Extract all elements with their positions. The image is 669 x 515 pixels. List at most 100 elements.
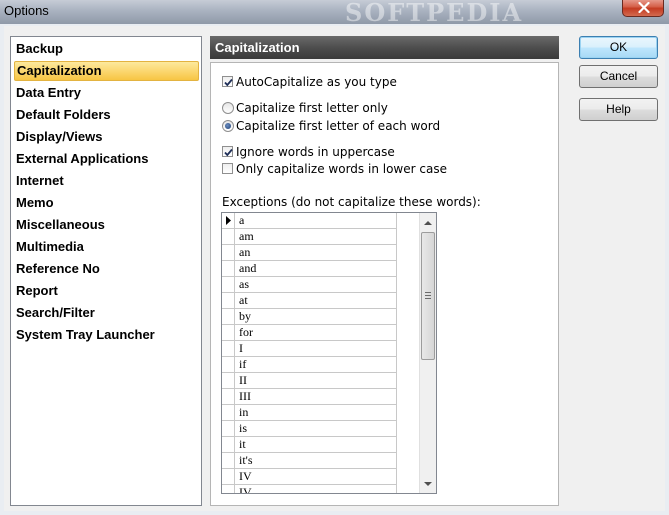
help-button[interactable]: Help	[579, 98, 658, 121]
table-row[interactable]: and	[222, 261, 397, 277]
scroll-up-icon[interactable]	[423, 218, 433, 228]
sidebar-item-data-entry[interactable]: Data Entry	[14, 83, 199, 103]
exception-word-cell[interactable]: at	[239, 293, 248, 308]
sidebar-item-multimedia[interactable]: Multimedia	[14, 237, 199, 257]
row-indicator[interactable]	[222, 453, 235, 468]
category-list[interactable]: Backup Capitalization Data Entry Default Fo…	[10, 36, 202, 506]
table-row[interactable]: am	[222, 229, 397, 245]
row-indicator[interactable]	[222, 309, 235, 324]
panel-header: Capitalization	[210, 36, 559, 59]
row-indicator[interactable]	[222, 277, 235, 292]
vertical-scrollbar[interactable]	[419, 213, 436, 493]
row-indicator[interactable]	[222, 469, 235, 484]
row-indicator[interactable]	[222, 325, 235, 340]
table-row[interactable]: at	[222, 293, 397, 309]
row-indicator[interactable]	[222, 341, 235, 356]
exceptions-label: Exceptions (do not capitalize these word…	[222, 195, 481, 209]
sidebar-item-display-views[interactable]: Display/Views	[14, 127, 199, 147]
exception-word-cell[interactable]: IV	[239, 485, 252, 493]
table-row[interactable]: if	[222, 357, 397, 373]
sidebar-item-system-tray-launcher[interactable]: System Tray Launcher	[14, 325, 199, 345]
table-row[interactable]: it	[222, 437, 397, 453]
close-icon	[638, 2, 650, 13]
exception-word-cell[interactable]: IV	[239, 469, 252, 484]
exception-word-cell[interactable]: as	[239, 277, 249, 292]
row-indicator[interactable]	[222, 405, 235, 420]
row-indicator[interactable]	[222, 293, 235, 308]
table-row[interactable]: a	[222, 213, 397, 229]
table-row[interactable]: II	[222, 373, 397, 389]
capitalize-first-only-label: Capitalize first letter only	[236, 101, 388, 115]
table-row[interactable]: as	[222, 277, 397, 293]
table-row[interactable]: for	[222, 325, 397, 341]
exception-word-cell[interactable]: for	[239, 325, 253, 340]
row-indicator[interactable]	[222, 213, 235, 228]
radio-dot	[225, 123, 231, 129]
sidebar-item-reference-no[interactable]: Reference No	[14, 259, 199, 279]
ok-button[interactable]: OK	[579, 36, 658, 59]
capitalize-each-word-label: Capitalize first letter of each word	[236, 119, 441, 133]
sidebar-item-capitalization[interactable]: Capitalization	[14, 61, 199, 81]
scroll-thumb[interactable]	[421, 232, 435, 360]
exception-word-cell[interactable]: it	[239, 437, 246, 452]
only-lowercase-label: Only capitalize words in lower case	[236, 162, 447, 176]
table-row[interactable]: I	[222, 341, 397, 357]
table-row[interactable]: an	[222, 245, 397, 261]
exception-word-cell[interactable]: by	[239, 309, 251, 324]
row-indicator[interactable]	[222, 245, 235, 260]
exception-word-cell[interactable]: a	[239, 213, 244, 228]
sidebar-item-miscellaneous[interactable]: Miscellaneous	[14, 215, 199, 235]
exception-word-cell[interactable]: I	[239, 341, 243, 356]
sidebar-item-memo[interactable]: Memo	[14, 193, 199, 213]
table-row[interactable]: IV	[222, 469, 397, 485]
checkbox-box[interactable]	[222, 146, 233, 157]
exception-word-cell[interactable]: II	[239, 373, 247, 388]
exception-word-cell[interactable]: is	[239, 421, 247, 436]
title-bar: Options SOFTPEDIA	[0, 0, 669, 27]
autocapitalize-label: AutoCapitalize as you type	[236, 75, 397, 89]
table-row[interactable]: IV	[222, 485, 397, 493]
row-indicator[interactable]	[222, 437, 235, 452]
row-indicator[interactable]	[222, 357, 235, 372]
row-indicator[interactable]	[222, 373, 235, 388]
checkbox-box[interactable]	[222, 163, 233, 174]
table-row[interactable]: III	[222, 389, 397, 405]
table-row[interactable]: by	[222, 309, 397, 325]
sidebar-item-search-filter[interactable]: Search/Filter	[14, 303, 199, 323]
table-row[interactable]: is	[222, 421, 397, 437]
row-indicator[interactable]	[222, 261, 235, 276]
radio-button[interactable]	[222, 120, 234, 132]
watermark: SOFTPEDIA	[345, 0, 524, 27]
sidebar-item-external-applications[interactable]: External Applications	[14, 149, 199, 169]
exceptions-grid[interactable]: IV IV it's it is in III II if Ifor by at as and an am a	[221, 212, 437, 494]
close-button[interactable]	[622, 0, 664, 17]
grip-line	[425, 298, 431, 299]
sidebar-item-backup[interactable]: Backup	[14, 39, 199, 59]
scroll-down-icon[interactable]	[423, 479, 433, 489]
row-indicator[interactable]	[222, 389, 235, 404]
current-row-arrow-icon	[226, 216, 231, 225]
row-indicator[interactable]	[222, 421, 235, 436]
grid-column-divider	[396, 213, 397, 493]
exception-word-cell[interactable]: am	[239, 229, 254, 244]
exception-word-cell[interactable]: an	[239, 245, 250, 260]
exception-word-cell[interactable]: III	[239, 389, 251, 404]
exception-word-cell[interactable]: in	[239, 405, 248, 420]
exception-word-cell[interactable]: if	[239, 357, 246, 372]
window-title: Options	[4, 3, 49, 18]
checkmark-icon	[224, 78, 233, 87]
cancel-button[interactable]: Cancel	[579, 65, 658, 88]
table-row[interactable]: in	[222, 405, 397, 421]
grip-line	[425, 292, 431, 293]
radio-button[interactable]	[222, 102, 234, 114]
row-indicator[interactable]	[222, 485, 235, 493]
exception-word-cell[interactable]: and	[239, 261, 256, 276]
ignore-uppercase-label: Ignore words in uppercase	[236, 145, 395, 159]
checkbox-box[interactable]	[222, 76, 233, 87]
exception-word-cell[interactable]: it's	[239, 453, 253, 468]
sidebar-item-internet[interactable]: Internet	[14, 171, 199, 191]
sidebar-item-report[interactable]: Report	[14, 281, 199, 301]
row-indicator[interactable]	[222, 229, 235, 244]
sidebar-item-default-folders[interactable]: Default Folders	[14, 105, 199, 125]
table-row[interactable]: it's	[222, 453, 397, 469]
